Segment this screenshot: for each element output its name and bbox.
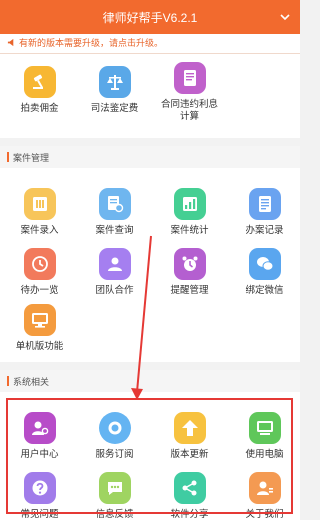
case-item-reminder[interactable]: 提醒管理 (152, 248, 227, 297)
case-section-title: 案件管理 (13, 153, 50, 163)
case-item-label: 案件查询 (95, 225, 134, 236)
tool-contract-interest[interactable]: 合同违约利息计算 (152, 62, 227, 123)
app-title: 律师好帮手V6.2.1 (102, 11, 198, 25)
highlight-box (6, 398, 293, 514)
case-item-label: 办案记录 (245, 225, 284, 236)
system-section-header: 系统相关 (0, 370, 300, 392)
tool-label: 司法鉴定费 (90, 103, 139, 114)
tool-auction-commission[interactable]: 拍卖佣金 (2, 66, 77, 115)
megaphone-icon (7, 38, 14, 47)
case-item-label: 单机版功能 (15, 341, 64, 352)
case-item-team[interactable]: 团队合作 (77, 248, 152, 297)
gavel-icon (23, 66, 56, 98)
team-icon (98, 248, 131, 280)
case-item-statistics[interactable]: 案件统计 (152, 188, 227, 237)
scale-icon (98, 66, 131, 98)
record-icon (248, 188, 281, 220)
case-item-label: 待办一览 (20, 285, 59, 296)
alarm-icon (173, 248, 206, 280)
case-item-label: 绑定微信 (245, 285, 284, 296)
monitor-icon (23, 304, 56, 336)
case-item-label: 案件统计 (170, 225, 209, 236)
case-item-label: 团队合作 (95, 285, 134, 296)
section-accent-bar (7, 376, 9, 386)
case-item-todo[interactable]: 待办一览 (2, 248, 77, 297)
chevron-down-icon[interactable] (278, 10, 292, 24)
app-title-bar: 律师好帮手V6.2.1 (0, 0, 300, 34)
tool-label: 拍卖佣金 (20, 103, 59, 114)
todo-icon (23, 248, 56, 280)
case-entry-icon (23, 188, 56, 220)
case-item-label: 提醒管理 (170, 285, 209, 296)
tool-judicial-appraisal-fee[interactable]: 司法鉴定费 (77, 66, 152, 115)
case-panel: 案件录入 案件查询 案件统计 办案记录 待办一览 团队合作 提醒管理 绑定微信 … (0, 168, 300, 362)
tools-panel: 拍卖佣金 司法鉴定费 合同违约利息计算 (0, 54, 300, 138)
section-accent-bar (7, 152, 9, 162)
case-item-wechat[interactable]: 绑定微信 (227, 248, 302, 297)
upgrade-notice[interactable]: 有新的版本需要升级，请点击升级。 (0, 34, 300, 54)
case-item-search[interactable]: 案件查询 (77, 188, 152, 237)
tool-label: 合同违约利息计算 (160, 99, 218, 122)
case-item-records[interactable]: 办案记录 (227, 188, 302, 237)
case-item-standalone[interactable]: 单机版功能 (2, 304, 77, 353)
case-search-icon (98, 188, 131, 220)
document-icon (173, 62, 206, 94)
case-section-header: 案件管理 (0, 146, 300, 168)
wechat-icon (248, 248, 281, 280)
system-section-title: 系统相关 (13, 377, 50, 387)
case-item-entry[interactable]: 案件录入 (2, 188, 77, 237)
upgrade-notice-text: 有新的版本需要升级，请点击升级。 (19, 38, 164, 48)
case-item-label: 案件录入 (20, 225, 59, 236)
chart-icon (173, 188, 206, 220)
